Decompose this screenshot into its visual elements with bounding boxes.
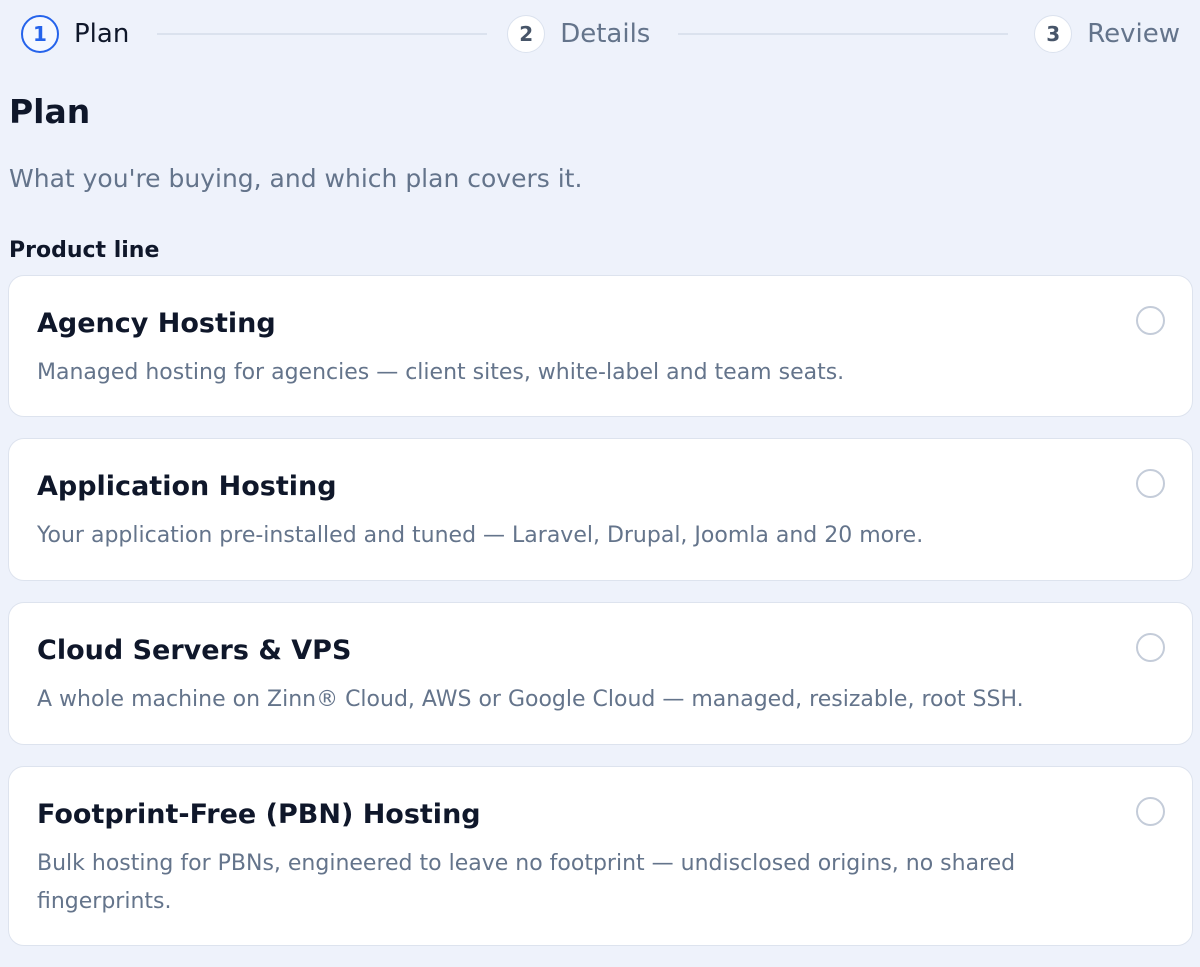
step-plan[interactable]: 1 Plan xyxy=(21,15,129,53)
step-number-badge: 3 xyxy=(1034,15,1073,53)
step-connector xyxy=(157,33,488,35)
wizard-stepper: 1 Plan 2 Details 3 Review xyxy=(21,14,1180,54)
option-application-hosting[interactable]: Application Hosting Your application pre… xyxy=(8,438,1193,581)
option-description: Managed hosting for agencies — client si… xyxy=(37,360,845,385)
page-title: Plan xyxy=(9,92,91,131)
step-number-badge: 2 xyxy=(507,15,546,53)
step-label: Plan xyxy=(74,19,130,49)
option-title: Application Hosting xyxy=(37,471,337,502)
product-line-options: Agency Hosting Managed hosting for agenc… xyxy=(8,275,1193,967)
option-cloud-servers-vps[interactable]: Cloud Servers & VPS A whole machine on Z… xyxy=(8,602,1193,745)
option-description: Bulk hosting for PBNs, engineered to lea… xyxy=(37,851,1016,914)
step-number-badge: 1 xyxy=(21,15,59,53)
radio-button[interactable] xyxy=(1136,797,1165,826)
option-title: Agency Hosting xyxy=(37,308,276,339)
radio-button[interactable] xyxy=(1136,469,1165,498)
step-label: Details xyxy=(560,19,651,49)
radio-button[interactable] xyxy=(1136,633,1165,662)
step-review[interactable]: 3 Review xyxy=(1034,15,1180,53)
option-footprint-free-hosting[interactable]: Footprint-Free (PBN) Hosting Bulk hostin… xyxy=(8,766,1193,946)
option-title: Cloud Servers & VPS xyxy=(37,635,352,666)
product-line-label: Product line xyxy=(9,238,160,263)
option-description: A whole machine on Zinn® Cloud, AWS or G… xyxy=(37,687,1024,712)
option-agency-hosting[interactable]: Agency Hosting Managed hosting for agenc… xyxy=(8,275,1193,417)
option-description: Your application pre-installed and tuned… xyxy=(37,523,924,548)
step-connector xyxy=(678,33,1009,35)
option-title: Footprint-Free (PBN) Hosting xyxy=(37,799,481,830)
step-label: Review xyxy=(1087,19,1181,49)
page-subtitle: What you're buying, and which plan cover… xyxy=(9,164,583,193)
radio-button[interactable] xyxy=(1136,306,1165,335)
step-details[interactable]: 2 Details xyxy=(507,15,650,53)
